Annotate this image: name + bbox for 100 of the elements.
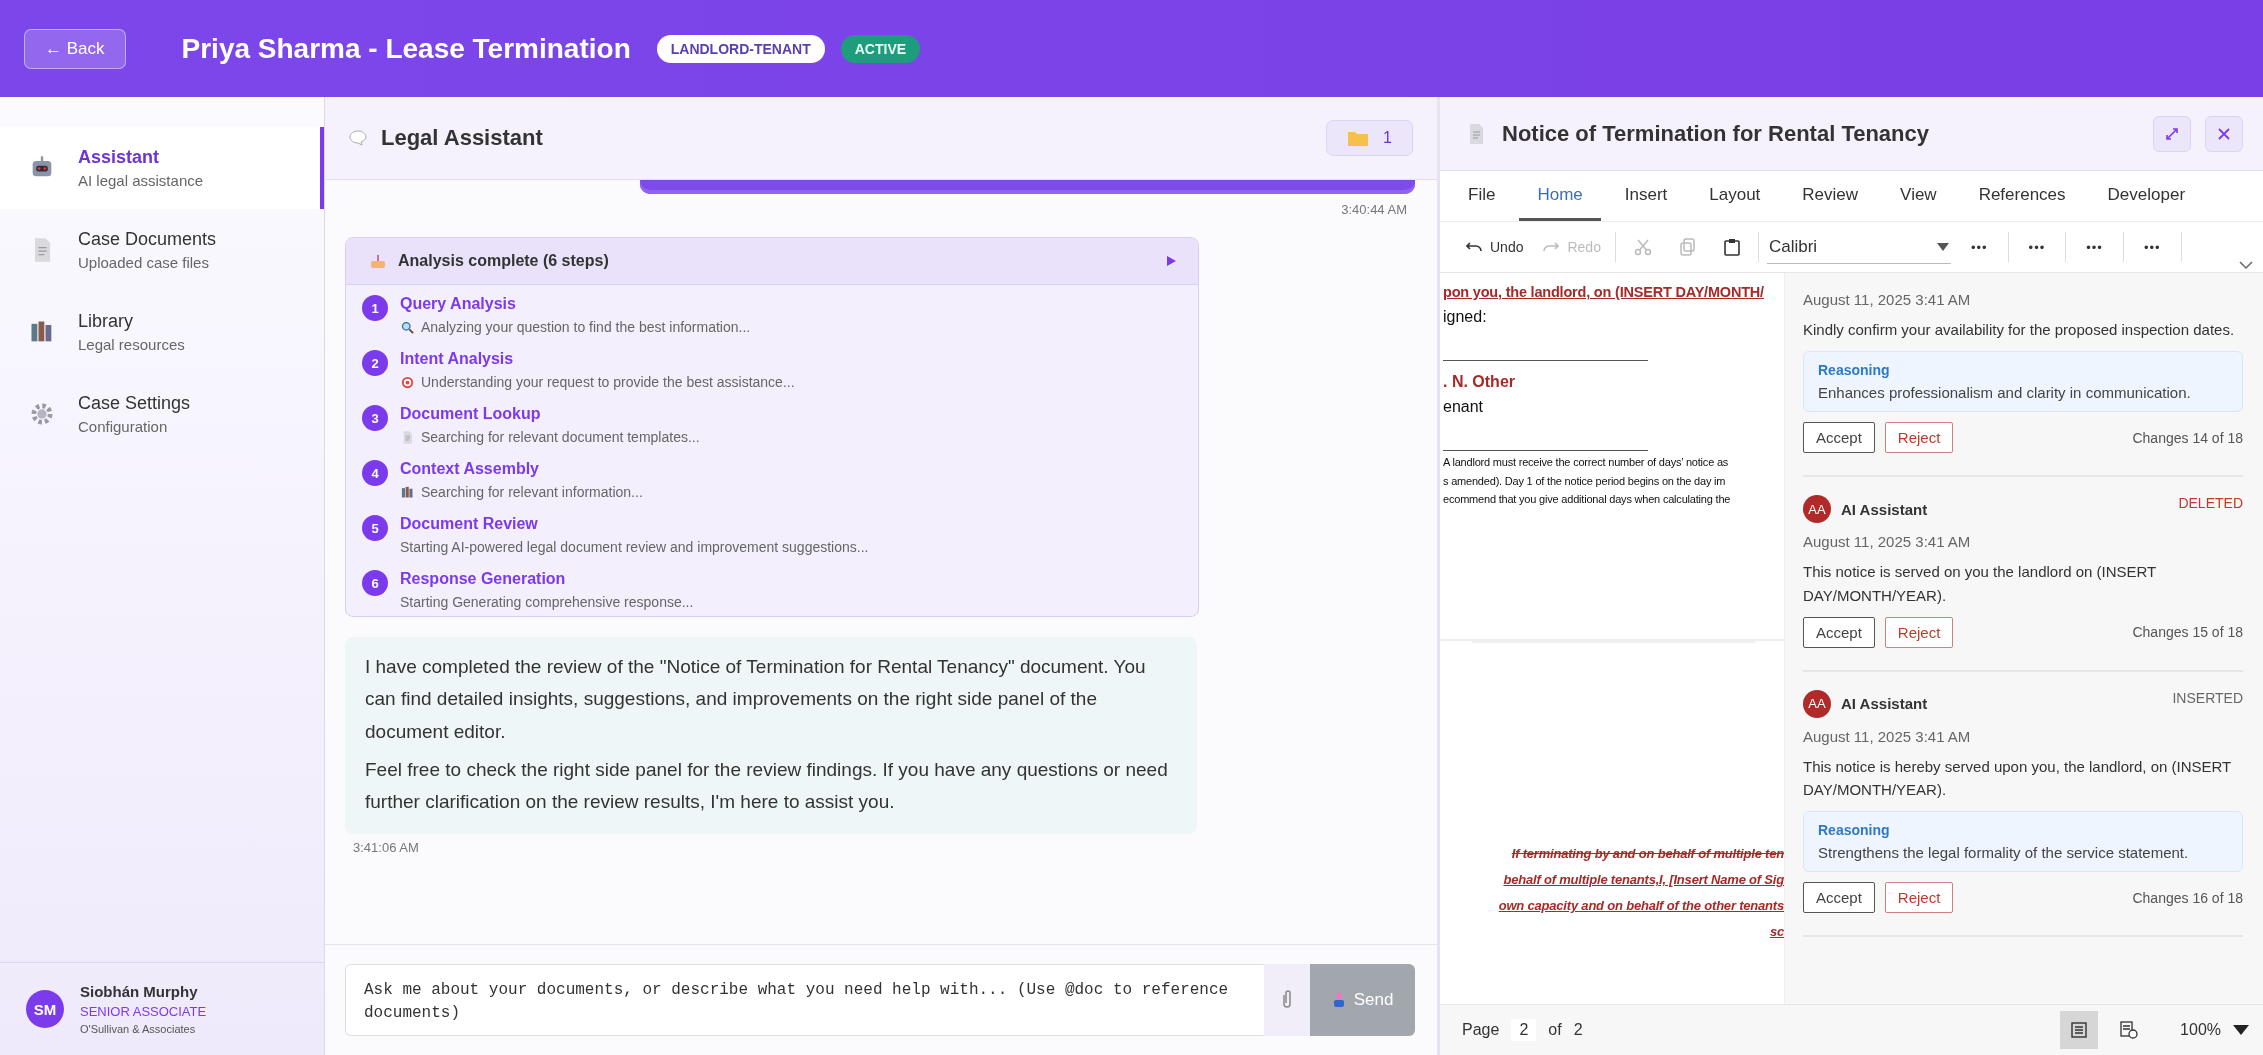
- user-avatar: SM: [26, 990, 64, 1028]
- paperclip-icon: [1281, 988, 1293, 1009]
- step-title: Intent Analysis: [400, 350, 515, 368]
- sidebar-item[interactable]: Case Settings Configuration: [0, 373, 324, 455]
- reasoning-label: Reasoning: [1818, 362, 1891, 379]
- sidebar-item[interactable]: Assistant AI legal assistance: [0, 127, 324, 209]
- target-icon: [400, 374, 415, 390]
- accept-button[interactable]: Accept: [1803, 882, 1875, 914]
- step-title: Document Lookup: [400, 405, 542, 423]
- user-firm: O'Sullivan & Associates: [80, 1023, 197, 1035]
- expand-button[interactable]: [2153, 115, 2191, 152]
- page-label: Page: [1462, 1021, 1500, 1039]
- page-layout-icon: [2071, 1022, 2088, 1038]
- zoom-level[interactable]: 100%: [2180, 1021, 2221, 1039]
- menu-tab[interactable]: Developer: [2089, 171, 2204, 221]
- step-title: Document Review: [400, 515, 539, 533]
- person-icon: [1331, 992, 1346, 1008]
- dropdown-caret-icon: [1936, 242, 1949, 251]
- expand-arrow-icon[interactable]: [1164, 254, 1178, 268]
- undo-button[interactable]: Undo: [1460, 235, 1530, 259]
- menu-tab[interactable]: File: [1450, 171, 1514, 221]
- document-text: ecommend that you give additional days when calculating the: [1443, 492, 1732, 508]
- change-date: August 11, 2025 3:41 AM: [1803, 291, 1972, 308]
- step-detail: Starting Generating comprehensive response...: [400, 594, 694, 610]
- step-number: 5: [362, 515, 388, 541]
- analysis-title: Analysis complete (6 steps): [398, 252, 609, 270]
- status-badge: ACTIVE: [840, 34, 921, 63]
- reasoning-text: Strengthens the legal formality of the service statement.: [1818, 844, 2190, 862]
- menu-tab[interactable]: Insert: [1606, 171, 1686, 221]
- step-number: 4: [362, 460, 388, 486]
- web-layout-icon: [2120, 1021, 2139, 1039]
- document-text: igned:: [1443, 307, 1488, 328]
- deleted-text: If terminating by and on behalf of multiple ten: [1511, 845, 1784, 864]
- nav-subtitle: Uploaded case files: [78, 254, 210, 271]
- print-layout-button[interactable]: [2060, 1011, 2099, 1049]
- reject-button[interactable]: Reject: [1884, 422, 1954, 454]
- accept-button[interactable]: Accept: [1803, 422, 1875, 454]
- menu-tab[interactable]: View: [1882, 171, 1955, 221]
- change-counter: Changes 16 of 18: [2132, 889, 2243, 906]
- nav-title: Library: [78, 311, 135, 332]
- chat-title: Legal Assistant: [381, 125, 543, 151]
- inserted-text: sc: [1769, 923, 1784, 942]
- reject-button[interactable]: Reject: [1884, 616, 1954, 648]
- user-role: SENIOR ASSOCIATE: [80, 1004, 207, 1019]
- message-time: 3:41:06 AM: [353, 840, 420, 856]
- message-time: 3:40:44 AM: [1341, 202, 1407, 217]
- accept-button[interactable]: Accept: [1803, 616, 1875, 648]
- more-button[interactable]: •••: [2016, 235, 2058, 259]
- speech-bubble-icon: [349, 130, 367, 146]
- more-button[interactable]: •••: [2074, 235, 2115, 259]
- inserted-text: behalf of multiple tenants,I, [Insert Name of Sig: [1503, 871, 1784, 890]
- menu-tab[interactable]: Review: [1784, 171, 1877, 221]
- nav-subtitle: Configuration: [78, 418, 169, 435]
- chevron-down-icon[interactable]: [2239, 260, 2253, 270]
- search-icon: [400, 319, 415, 335]
- document-text: enant: [1443, 397, 1485, 418]
- reject-button[interactable]: Reject: [1884, 882, 1954, 914]
- change-type-label: DELETED: [2178, 495, 2243, 512]
- author-avatar: AA: [1803, 495, 1831, 524]
- step-detail: Starting AI-powered legal document review and improvement suggestions...: [400, 539, 869, 555]
- signatory-name: . N. Other: [1443, 371, 1516, 392]
- step-title: Query Analysis: [400, 295, 517, 313]
- back-button[interactable]: ← Back: [24, 28, 126, 69]
- document-text: s amended). Day 1 of the notice period begins on the day im: [1443, 473, 1727, 489]
- nav-title: Assistant: [78, 147, 161, 168]
- folder-icon: [1347, 129, 1370, 147]
- sidebar-item[interactable]: Case Documents Uploaded case files: [0, 209, 324, 291]
- message-input[interactable]: Ask me about your documents, or describe what you need help with... (Use @doc to reference documents): [345, 964, 1264, 1036]
- change-text: This notice is served on you the landlord on (INSERT DAY/MONTH/YEAR).: [1803, 562, 2157, 606]
- dropdown-caret-icon[interactable]: [2233, 1025, 2249, 1035]
- page-number-field[interactable]: 2: [1511, 1019, 1537, 1041]
- folder-button[interactable]: 1: [1326, 120, 1413, 156]
- step-number: 2: [362, 350, 388, 376]
- redo-icon: [1543, 241, 1560, 253]
- font-dropdown[interactable]: Calibri: [1766, 230, 1951, 264]
- page-total: 2: [1573, 1021, 1583, 1039]
- close-icon: [2217, 126, 2231, 141]
- change-counter: Changes 15 of 18: [2132, 624, 2243, 641]
- step-detail: Analyzing your question to find the best information...: [421, 319, 751, 335]
- step-title: Context Assembly: [400, 460, 540, 478]
- reasoning-label: Reasoning: [1818, 822, 1891, 839]
- menu-tab[interactable]: References: [1960, 171, 2084, 221]
- document-title: Notice of Termination for Rental Tenancy: [1502, 120, 1929, 147]
- change-date: August 11, 2025 3:41 AM: [1803, 727, 1972, 745]
- menu-tab[interactable]: Home: [1519, 171, 1601, 221]
- menu-tab[interactable]: Layout: [1691, 171, 1779, 221]
- more-button[interactable]: •••: [2131, 235, 2173, 259]
- more-button[interactable]: •••: [1958, 235, 2000, 259]
- undo-icon: [1466, 241, 1482, 253]
- message-paragraph: Feel free to check the right side panel for the review findings. If you have any questions or need further clarification on the review results, I'm here to assist you.: [365, 757, 1169, 815]
- inserted-text: pon you, the landlord, on (INSERT DAY/MONTH/: [1443, 283, 1765, 302]
- close-button[interactable]: [2205, 115, 2243, 152]
- step-detail: Understanding your request to provide the best assistance...: [421, 374, 795, 390]
- change-text: Kindly confirm your availability for the proposed inspection dates.: [1803, 320, 2236, 340]
- step-title: Response Generation: [400, 570, 567, 588]
- message-paragraph: I have completed the review of the "Notice of Termination for Rental Tenancy" document. You can find detailed insights, suggestions, and improvements on the right side panel of the document editor.: [365, 655, 1147, 744]
- books-icon: [400, 484, 415, 500]
- change-counter: Changes 14 of 18: [2132, 429, 2243, 446]
- category-badge: LANDLORD-TENANT: [656, 34, 825, 63]
- sidebar-item[interactable]: Library Legal resources: [0, 291, 324, 373]
